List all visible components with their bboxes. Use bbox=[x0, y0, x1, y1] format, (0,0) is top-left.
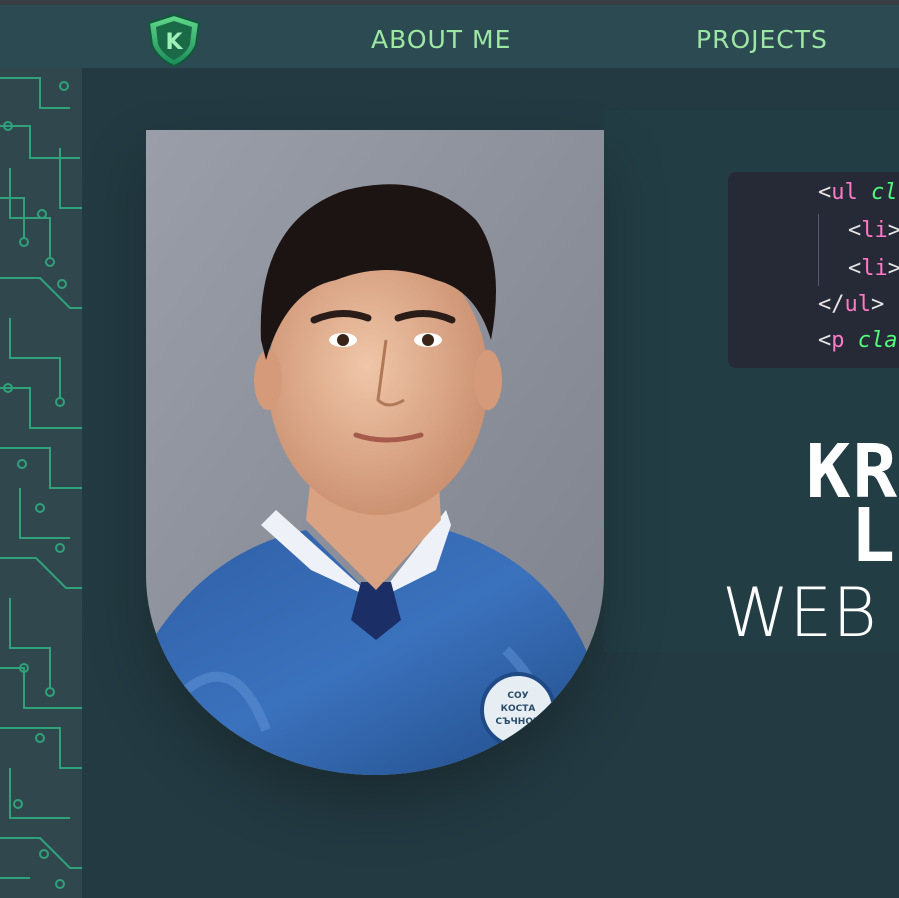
code-snippet-window: <ul cl <li> <li> </ul> <p cla bbox=[728, 172, 899, 368]
hero-subtitle: WEB bbox=[722, 574, 877, 653]
profile-photo: СОУ КОСТА СЪЧНОИ bbox=[146, 130, 604, 775]
badge-line-3: СЪЧНОИ bbox=[495, 717, 540, 727]
circuit-decoration bbox=[0, 68, 82, 898]
logo-shield-icon[interactable]: K bbox=[144, 11, 204, 69]
code-line-1: <ul cl bbox=[818, 180, 898, 205]
badge-line-1: СОУ bbox=[507, 691, 528, 701]
logo-letter: K bbox=[165, 30, 183, 55]
nav-projects[interactable]: PROJECTS bbox=[696, 25, 828, 54]
nav-about-me[interactable]: ABOUT ME bbox=[371, 25, 511, 54]
code-line-5: <p cla bbox=[818, 328, 898, 353]
badge-line-2: КОСТА bbox=[501, 704, 536, 714]
code-line-2: <li> bbox=[848, 218, 899, 243]
hero-name: KR L bbox=[806, 435, 899, 573]
indent-guide bbox=[818, 214, 819, 286]
navbar: K ABOUT ME PROJECTS bbox=[0, 5, 899, 68]
code-line-3: <li> bbox=[848, 256, 899, 281]
code-line-4: </ul> bbox=[818, 292, 885, 317]
